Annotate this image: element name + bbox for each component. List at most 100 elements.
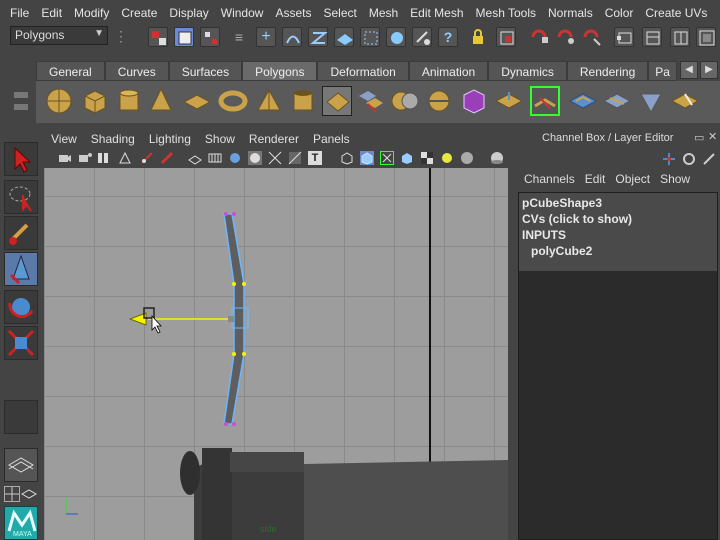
offset-edge-loop-icon[interactable]: [670, 86, 700, 116]
append-polygon-icon[interactable]: [568, 86, 598, 116]
camera-attributes-icon[interactable]: [78, 151, 92, 165]
poly-boolean-icon[interactable]: [458, 86, 488, 116]
poly-sphere-icon[interactable]: [44, 86, 74, 116]
poly-pyramid-icon[interactable]: [254, 86, 284, 116]
tab-surfaces[interactable]: Surfaces: [168, 61, 243, 81]
menu-edit[interactable]: Edit: [35, 6, 68, 20]
poly-cone-icon[interactable]: [146, 86, 176, 116]
poly-split-icon[interactable]: [356, 86, 386, 116]
shelf-menu-icon[interactable]: [14, 92, 28, 98]
menu-set-dropdown[interactable]: Polygons ▼: [10, 26, 108, 45]
screen-space-ao-icon[interactable]: [490, 151, 504, 165]
filter-icon[interactable]: ≡: [232, 27, 246, 47]
side-viewport[interactable]: side: [44, 168, 508, 540]
close-icon[interactable]: ✕: [708, 130, 717, 143]
shelf-scroll-right-icon[interactable]: ▶: [700, 61, 718, 79]
snap-live-icon[interactable]: [360, 27, 380, 47]
separate-icon[interactable]: [424, 86, 454, 116]
four-view-layout-icon[interactable]: [4, 486, 20, 502]
tab-deformation[interactable]: Deformation: [317, 61, 409, 81]
lasso-tool-icon[interactable]: [4, 180, 38, 214]
tab-curves[interactable]: Curves: [104, 61, 169, 81]
paint-select-tool-icon[interactable]: [4, 216, 38, 250]
menu-window[interactable]: Window: [215, 6, 270, 20]
channel-box-menu-object[interactable]: Object: [611, 172, 656, 186]
poly-plane-icon[interactable]: [182, 86, 212, 116]
attribute-editor-icon[interactable]: [670, 27, 690, 47]
menu-create-uvs[interactable]: Create UVs: [639, 6, 713, 20]
scale-tool-icon[interactable]: [4, 326, 38, 360]
isolate-select-icon[interactable]: [340, 151, 354, 165]
channel-box-menu-show[interactable]: Show: [656, 172, 696, 186]
snap-curve-icon[interactable]: [282, 27, 302, 47]
smooth-shade-icon[interactable]: [228, 151, 242, 165]
render-view-icon[interactable]: [530, 27, 550, 47]
cvs-toggle[interactable]: CVs (click to show): [522, 212, 632, 226]
panel-menu-shading[interactable]: Shading: [84, 132, 142, 146]
poly-cube-icon[interactable]: [80, 86, 110, 116]
combine-icon[interactable]: [390, 86, 420, 116]
select-by-object-icon[interactable]: [174, 27, 194, 47]
bookmark-icon[interactable]: [96, 151, 110, 165]
menu-mesh[interactable]: Mesh: [363, 6, 404, 20]
use-default-light-icon[interactable]: [440, 151, 454, 165]
menu-modify[interactable]: Modify: [68, 6, 115, 20]
ipr-render-icon[interactable]: [582, 27, 602, 47]
last-tool-slot[interactable]: [4, 400, 38, 434]
channel-box-menu-edit[interactable]: Edit: [581, 172, 612, 186]
tab-animation[interactable]: Animation: [408, 61, 489, 81]
side-by-side-layout-icon[interactable]: [20, 486, 38, 502]
menu-select[interactable]: Select: [317, 6, 362, 20]
texture-text-icon[interactable]: T: [308, 151, 322, 165]
select-by-hierarchy-icon[interactable]: [148, 27, 168, 47]
image-plane-icon[interactable]: [118, 151, 132, 165]
poly-cylinder-icon[interactable]: [114, 86, 144, 116]
shape-node-name[interactable]: pCubeShape3: [522, 196, 602, 210]
panel-menu-show[interactable]: Show: [198, 132, 242, 146]
snap-grid-icon[interactable]: +: [256, 27, 276, 47]
film-gate-icon[interactable]: [208, 151, 222, 165]
tab-dynamics[interactable]: Dynamics: [488, 61, 567, 81]
tab-rendering[interactable]: Rendering: [566, 61, 649, 81]
snap-surface-icon[interactable]: [386, 27, 406, 47]
split-polygon-icon[interactable]: [602, 86, 632, 116]
xray-active-components-icon[interactable]: [400, 151, 414, 165]
shadows-icon[interactable]: [460, 151, 474, 165]
select-tool-icon[interactable]: [4, 142, 38, 176]
two-d-pan-zoom-icon[interactable]: [140, 151, 154, 165]
channel-box-menu-channels[interactable]: Channels: [520, 172, 581, 186]
menu-color[interactable]: Color: [599, 6, 640, 20]
float-panel-icon[interactable]: ▭: [694, 131, 704, 144]
textured-icon[interactable]: [268, 151, 282, 165]
help-icon[interactable]: ?: [438, 27, 458, 47]
poly-soccer-ball-icon[interactable]: [322, 86, 352, 116]
snap-view-plane-icon[interactable]: [334, 27, 354, 47]
shelf-scroll-left-icon[interactable]: ◀: [680, 61, 698, 79]
selection-highlight-icon[interactable]: [496, 27, 516, 47]
insert-edge-loop-icon[interactable]: [636, 86, 666, 116]
panel-menu-renderer[interactable]: Renderer: [242, 132, 306, 146]
snap-point-icon[interactable]: [308, 27, 328, 47]
channel-box-rotate-icon[interactable]: [682, 152, 696, 166]
bridge-icon[interactable]: [530, 86, 560, 116]
tool-settings-icon[interactable]: [696, 27, 716, 47]
poly-torus-icon[interactable]: [218, 86, 248, 116]
input-output-icon[interactable]: [412, 27, 432, 47]
checker-icon[interactable]: [420, 151, 434, 165]
render-current-icon[interactable]: [556, 27, 576, 47]
xray-icon[interactable]: [360, 151, 374, 165]
menu-display[interactable]: Display: [163, 6, 214, 20]
panel-menu-view[interactable]: View: [44, 132, 84, 146]
grid-toggle-icon[interactable]: [188, 151, 202, 165]
single-perspective-layout-icon[interactable]: [4, 448, 38, 482]
panel-menu-lighting[interactable]: Lighting: [142, 132, 198, 146]
xray-joints-icon[interactable]: [380, 151, 394, 165]
tab-polygons[interactable]: Polygons: [242, 61, 318, 81]
hypershade-icon[interactable]: [642, 27, 662, 47]
channel-box-move-icon[interactable]: [662, 152, 676, 166]
poly-pipe-icon[interactable]: [288, 86, 318, 116]
lock-icon[interactable]: [468, 27, 488, 47]
menu-assets[interactable]: Assets: [269, 6, 317, 20]
menu-normals[interactable]: Normals: [542, 6, 599, 20]
tab-paint-effects[interactable]: Pa: [648, 61, 677, 81]
